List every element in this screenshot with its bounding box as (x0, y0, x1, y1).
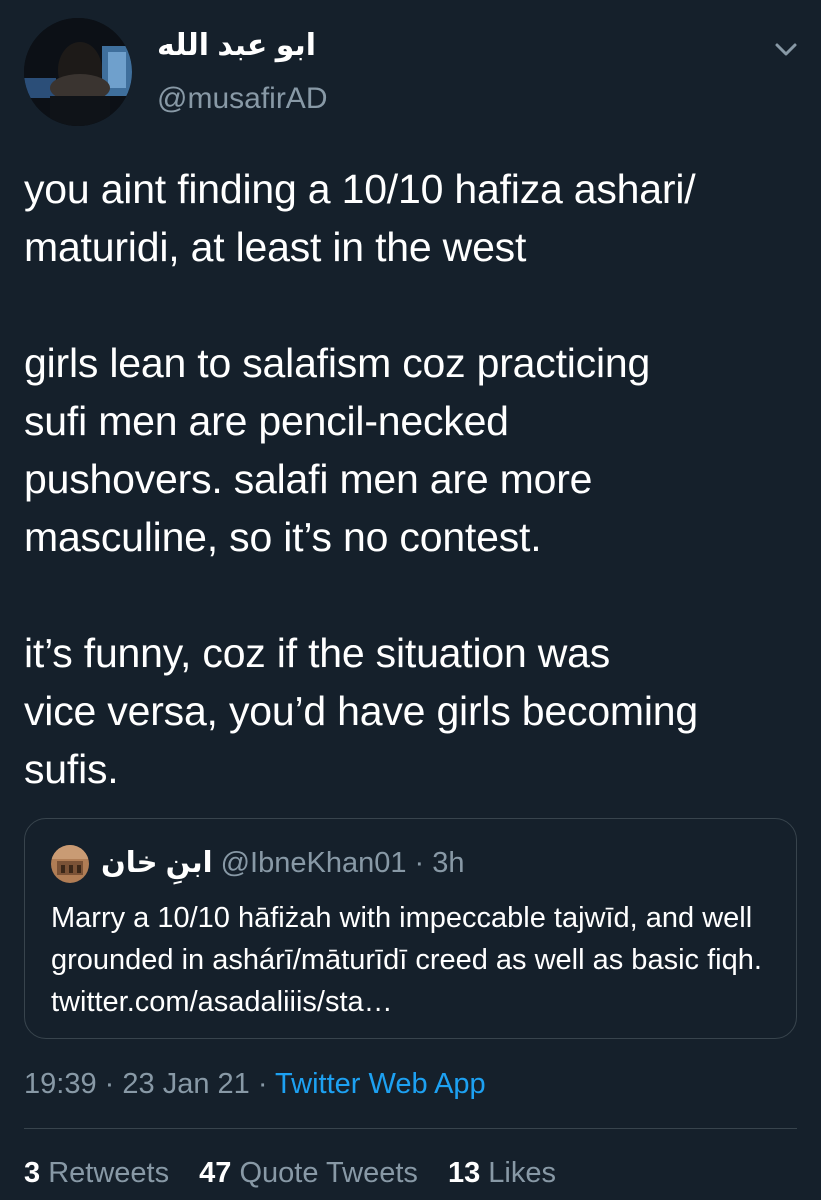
retweets-count: 3 (24, 1157, 41, 1189)
tweet-meta: 19:39 · 23 Jan 21 · Twitter Web App (24, 1064, 486, 1104)
author-handle[interactable]: @musafirAD (157, 82, 327, 116)
likes-stat[interactable]: 13 Likes (448, 1153, 556, 1193)
meta-separator: · (257, 1068, 268, 1100)
quoted-avatar-image (51, 845, 89, 883)
quoted-author-avatar[interactable] (51, 845, 89, 883)
meta-separator: · (104, 1068, 115, 1100)
likes-count: 13 (447, 1157, 481, 1189)
retweets-stat[interactable]: 3 Retweets (24, 1153, 169, 1193)
tweet-text: you aint finding a 10/10 hafiza ashari/ … (24, 166, 698, 792)
quote-tweets-label: Quote Tweets (239, 1157, 418, 1189)
retweets-label: Retweets (48, 1157, 170, 1189)
tweet-detail: ابو عبد الله @musafirAD you aint finding… (0, 0, 821, 1200)
quoted-time[interactable]: 3h (432, 847, 464, 879)
tweet-time[interactable]: 19:39 (24, 1068, 97, 1100)
quoted-display-name[interactable]: ابنِ خان (101, 847, 213, 879)
author-avatar[interactable] (24, 18, 132, 126)
tweet-source-link[interactable]: Twitter Web App (275, 1068, 486, 1100)
quoted-tweet-text: Marry a 10/10 hāfiżah with impeccable ta… (51, 902, 762, 1018)
quoted-tweet-card[interactable]: ابنِ خان @IbneKhan01 · 3h Marry a 10/10 … (24, 818, 797, 1039)
avatar-image (24, 18, 132, 126)
tweet-date[interactable]: 23 Jan 21 (122, 1068, 249, 1100)
divider (24, 1128, 797, 1129)
quoted-handle[interactable]: @IbneKhan01 (221, 847, 407, 879)
tweet-stats: 3 Retweets 47 Quote Tweets 13 Likes (24, 1153, 578, 1193)
quoted-tweet-header: ابنِ خان @IbneKhan01 · 3h (101, 843, 465, 883)
chevron-down-icon[interactable] (771, 37, 801, 61)
quoted-separator: · (414, 847, 425, 879)
likes-label: Likes (488, 1157, 556, 1189)
quote-tweets-stat[interactable]: 47 Quote Tweets (199, 1153, 418, 1193)
quote-tweets-count: 47 (199, 1157, 232, 1189)
author-display-name[interactable]: ابو عبد الله (157, 28, 316, 63)
